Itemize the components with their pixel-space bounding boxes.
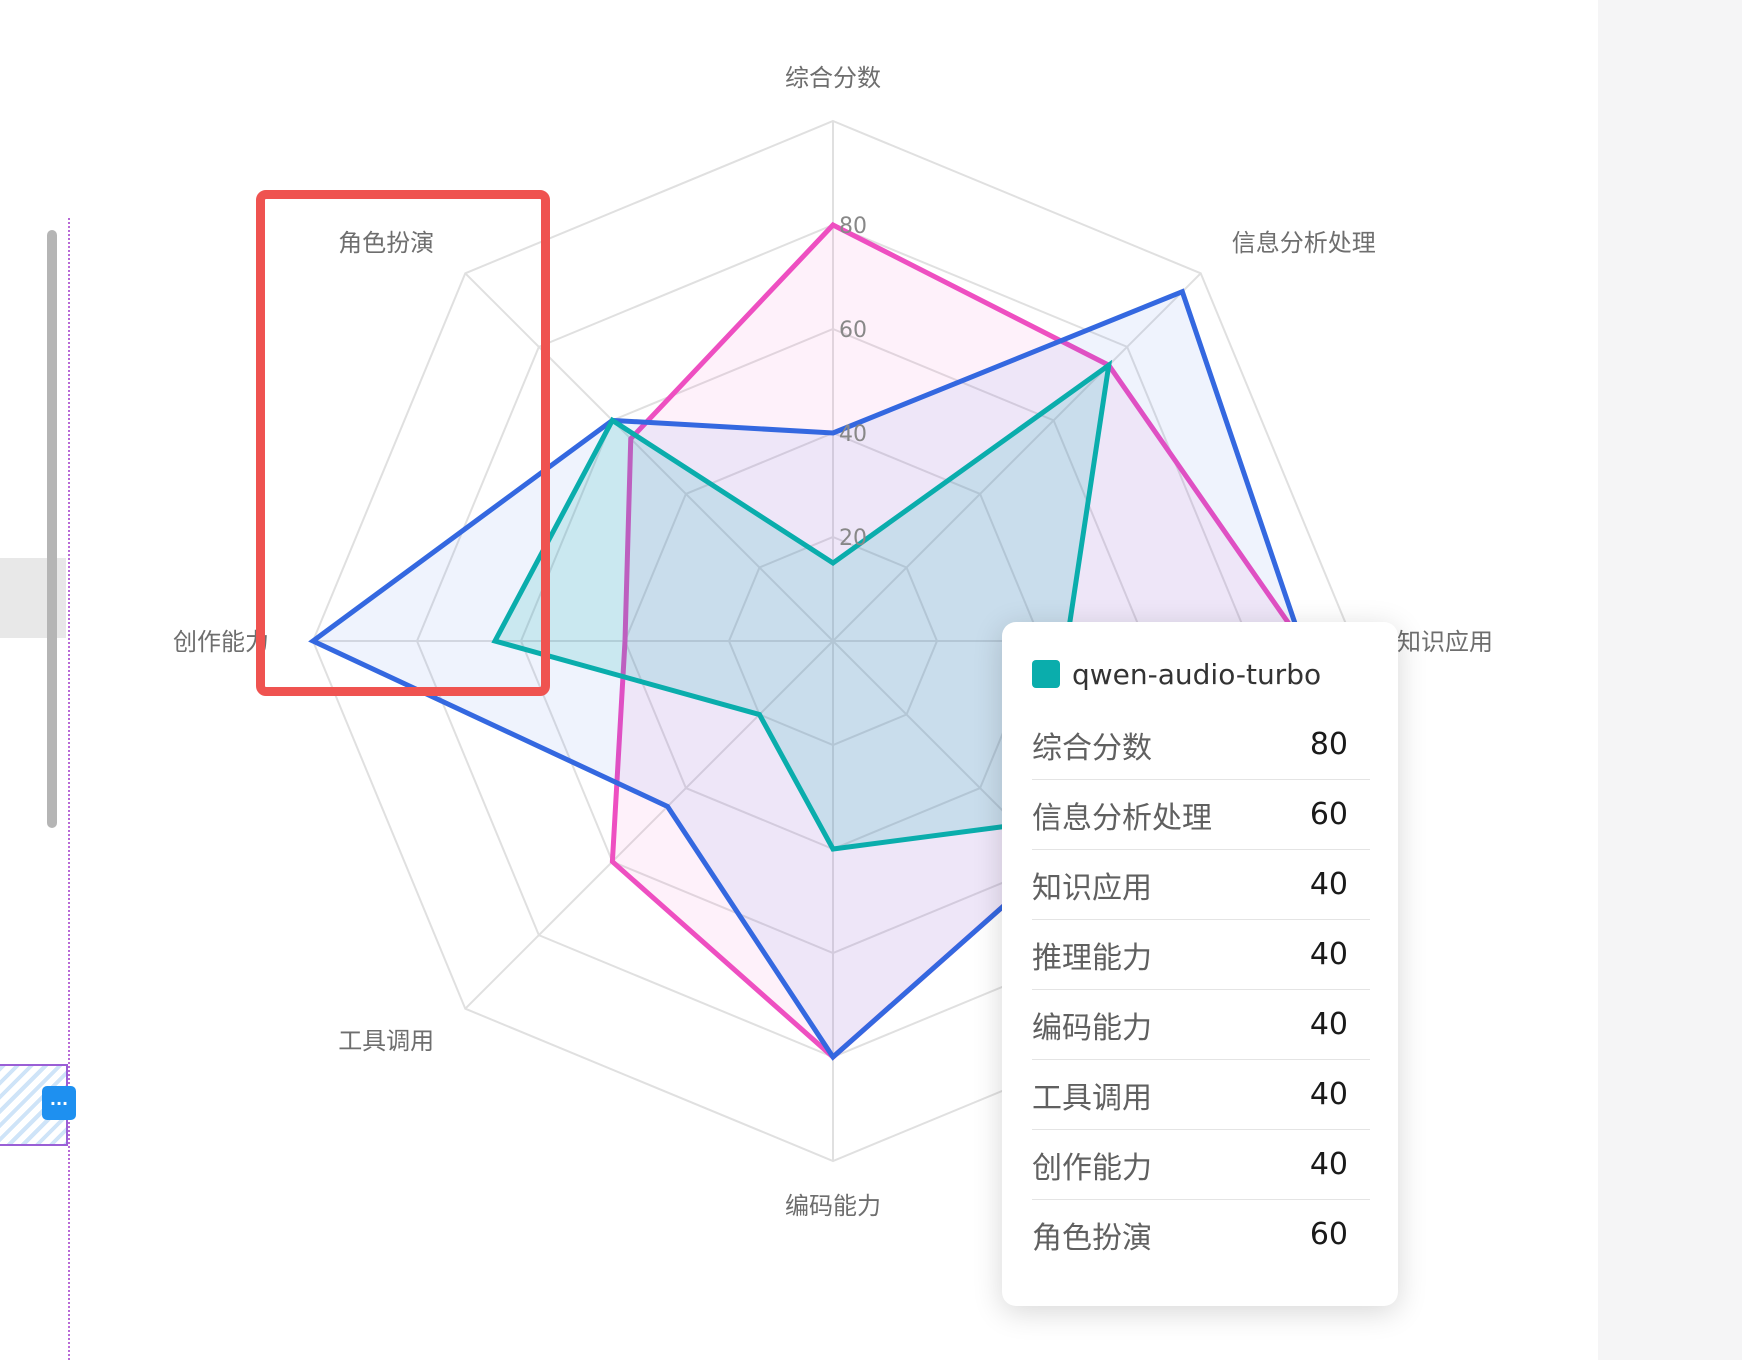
tooltip-row-label: 创作能力 bbox=[1032, 1150, 1152, 1186]
tooltip-row-value: 40 bbox=[1309, 867, 1348, 902]
indicator-label: 编码能力 bbox=[785, 1192, 881, 1220]
tick-label: 20 bbox=[839, 526, 867, 551]
tooltip-row-label: 推理能力 bbox=[1032, 940, 1152, 976]
tooltip-row: 知识应用 40 bbox=[1032, 850, 1370, 920]
tooltip-row-label: 工具调用 bbox=[1032, 1080, 1152, 1116]
series-color-swatch bbox=[1032, 660, 1060, 688]
tooltip-row: 工具调用 40 bbox=[1032, 1060, 1370, 1130]
tooltip-row: 推理能力 40 bbox=[1032, 920, 1370, 990]
tooltip-row-label: 角色扮演 bbox=[1032, 1220, 1152, 1256]
tooltip-row: 创作能力 40 bbox=[1032, 1130, 1370, 1200]
indicator-label: 知识应用 bbox=[1397, 628, 1493, 656]
tooltip-row: 角色扮演 60 bbox=[1032, 1200, 1370, 1269]
tooltip-header: qwen-audio-turbo bbox=[1032, 652, 1370, 696]
tooltip-row-value: 40 bbox=[1309, 1147, 1348, 1182]
tooltip-row-value: 40 bbox=[1309, 1007, 1348, 1042]
tick-label: 80 bbox=[839, 214, 867, 239]
tooltip-row: 综合分数 80 bbox=[1032, 710, 1370, 780]
tick-label: 40 bbox=[839, 422, 867, 447]
tooltip-row: 信息分析处理 60 bbox=[1032, 780, 1370, 850]
tooltip-series-name: qwen-audio-turbo bbox=[1072, 657, 1322, 691]
tooltip-row-value: 40 bbox=[1309, 1077, 1348, 1112]
tooltip-row-label: 综合分数 bbox=[1032, 730, 1152, 766]
indicator-label: 综合分数 bbox=[785, 64, 881, 92]
annotation-highlight-box bbox=[256, 190, 550, 696]
tooltip-row-value: 40 bbox=[1309, 937, 1348, 972]
tooltip-row-label: 编码能力 bbox=[1032, 1010, 1152, 1046]
tooltip-row-label: 知识应用 bbox=[1032, 870, 1152, 906]
indicator-label: 工具调用 bbox=[338, 1027, 434, 1055]
tooltip-row-value: 60 bbox=[1309, 797, 1348, 832]
tooltip-row: 编码能力 40 bbox=[1032, 990, 1370, 1060]
tooltip-row-label: 信息分析处理 bbox=[1032, 800, 1212, 836]
indicator-label: 创作能力 bbox=[173, 628, 269, 656]
tooltip-rows: 综合分数 80 信息分析处理 60 知识应用 40 推理能力 40 编码能力 40 工具调用 40 创作… bbox=[1032, 710, 1370, 1269]
chart-tooltip: qwen-audio-turbo 综合分数 80 信息分析处理 60 知识应用 40 推理能… bbox=[1002, 622, 1398, 1306]
tooltip-row-value: 60 bbox=[1309, 1217, 1348, 1252]
tick-label: 60 bbox=[839, 318, 867, 343]
indicator-label: 信息分析处理 bbox=[1232, 229, 1376, 257]
tooltip-row-value: 80 bbox=[1309, 727, 1348, 762]
